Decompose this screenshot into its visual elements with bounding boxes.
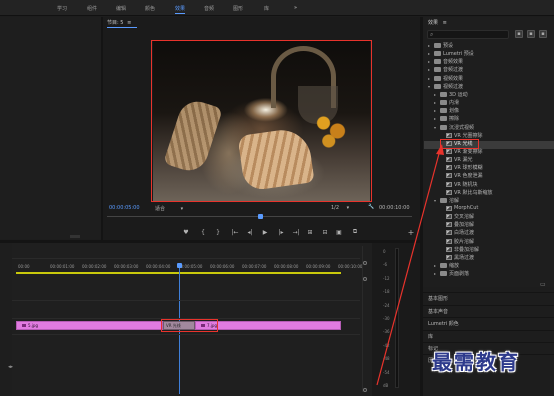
arrow-head-icon xyxy=(436,144,444,155)
premiere-window: 学习 组件 编辑 颜色 效果 音频 图形库 » 节目: 5 ≡ 00:00:05:00 适合… xyxy=(0,0,554,396)
arrow-line xyxy=(376,149,441,386)
annotation-arrows xyxy=(376,144,444,386)
watermark-logo: 最需教育 xyxy=(432,350,520,374)
